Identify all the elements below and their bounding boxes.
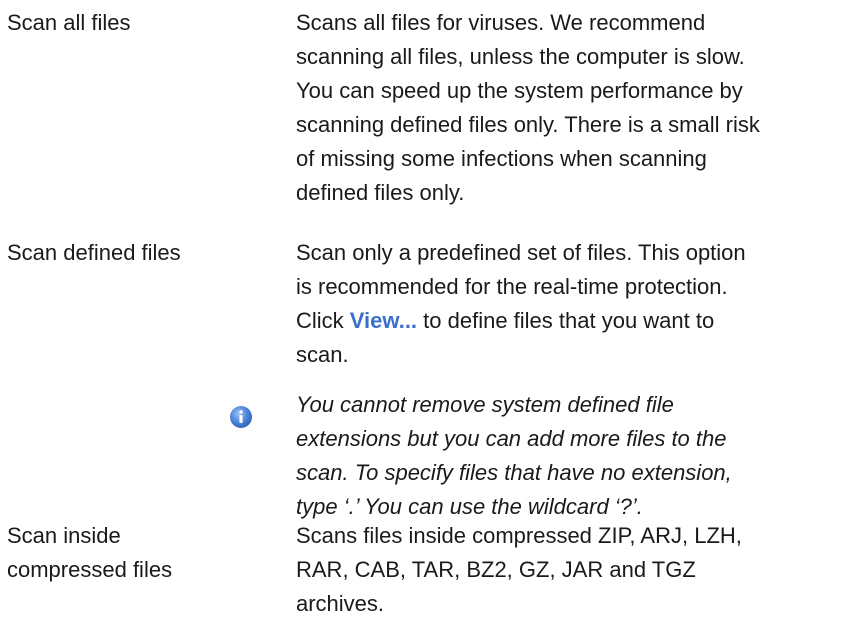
note-line: You cannot remove system defined file: [296, 392, 674, 417]
option-term-scan-all-files: Scan all files: [7, 10, 131, 35]
desc-line: scan.: [296, 342, 349, 367]
info-icon-container: [7, 387, 296, 428]
note-line: scan. To specify files that have no exte…: [296, 460, 732, 485]
desc-line: defined files only.: [296, 180, 465, 205]
desc-line: Scans files inside compressed ZIP, ARJ, …: [296, 523, 742, 548]
desc-line: is recommended for the real-time protect…: [296, 274, 728, 299]
desc-line: Scans all files for viruses. We recommen…: [296, 10, 706, 35]
desc-text: Click: [296, 308, 350, 333]
option-row-scan-all-files: Scan all files Scans all files for virus…: [7, 6, 852, 236]
note-line: extensions but you can add more files to…: [296, 426, 727, 451]
desc-line: You can speed up the system performance …: [296, 78, 743, 103]
desc-line: of missing some infections when scanning: [296, 146, 707, 171]
desc-line: scanning defined files only. There is a …: [296, 112, 760, 137]
desc-line: archives.: [296, 591, 385, 616]
option-row-scan-defined-files: Scan defined files Scan only a predefine…: [7, 236, 852, 387]
desc-line: Scan only a predefined set of files. Thi…: [296, 240, 746, 265]
desc-line: scanning all files, unless the computer …: [296, 44, 745, 69]
option-row-scan-inside-compressed: Scan inside compressed files Scans files…: [7, 519, 852, 621]
option-desc-scan-defined-files: Scan only a predefined set of files. Thi…: [296, 236, 844, 372]
option-desc-scan-inside-compressed: Scans files inside compressed ZIP, ARJ, …: [296, 519, 844, 621]
option-term-scan-defined-files: Scan defined files: [7, 240, 181, 265]
term-line: Scan inside: [7, 523, 121, 548]
term-line: compressed files: [7, 557, 173, 582]
desc-line: Click View... to define files that you w…: [296, 304, 844, 338]
view-link[interactable]: View...: [350, 308, 417, 333]
desc-line: RAR, CAB, TAR, BZ2, GZ, JAR and TGZ: [296, 557, 696, 582]
option-term-scan-inside-compressed: Scan inside compressed files: [7, 519, 296, 587]
info-icon: [230, 406, 252, 428]
option-desc-scan-all-files: Scans all files for viruses. We recommen…: [296, 6, 844, 210]
info-note: You cannot remove system defined file ex…: [7, 387, 852, 519]
info-note-text: You cannot remove system defined file ex…: [296, 388, 844, 524]
settings-description-list: Scan all files Scans all files for virus…: [7, 6, 852, 621]
desc-text: to define files that you want to: [417, 308, 715, 333]
